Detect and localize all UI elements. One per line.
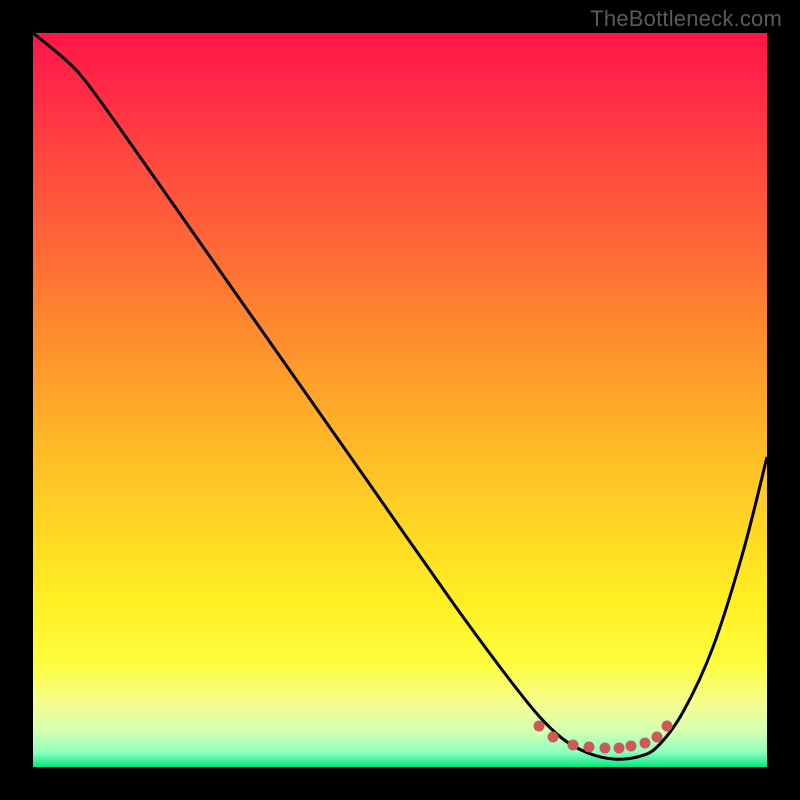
plateau-dot — [662, 721, 673, 732]
plateau-dot — [600, 743, 611, 754]
plateau-dot — [614, 743, 625, 754]
plateau-dot — [640, 738, 651, 749]
plateau-dot — [548, 732, 559, 743]
watermark-text: TheBottleneck.com — [590, 6, 782, 32]
plateau-dot — [652, 732, 663, 743]
chart-stage: TheBottleneck.com — [0, 0, 800, 800]
plateau-dot — [534, 721, 545, 732]
plateau-dot — [568, 740, 579, 751]
chart-panel — [33, 33, 767, 767]
plateau-dot — [584, 742, 595, 753]
marker-layer — [33, 33, 767, 767]
plateau-dot — [626, 741, 637, 752]
